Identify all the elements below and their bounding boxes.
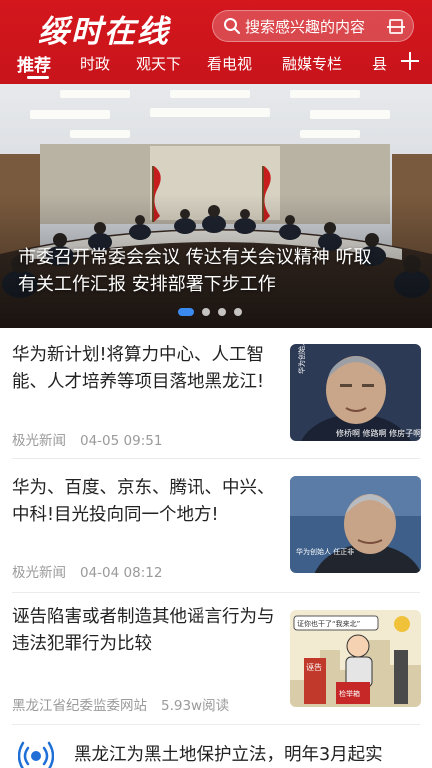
search-bar[interactable]: 搜索感兴趣的内容 <box>212 10 414 42</box>
search-placeholder: 搜索感兴趣的内容 <box>245 17 366 36</box>
carousel-dot[interactable] <box>178 308 194 316</box>
news-title[interactable]: 华为、百度、京东、腾讯、中兴、中科!目光投向同一个地方! <box>12 475 278 529</box>
news-title[interactable]: 华为新计划!将算力中心、人工智能、人才培养等项目落地黑龙江! <box>12 342 278 396</box>
scan-icon[interactable] <box>387 19 405 34</box>
news-item[interactable]: 华为新计划!将算力中心、人工智能、人才培养等项目落地黑龙江! 极光新闻 04-05… <box>0 328 432 466</box>
news-thumbnail[interactable]: 华为创始人 任正非 修桥啊 修路啊 修房子啊 <box>290 344 421 441</box>
news-title[interactable]: 黑龙江为黑土地保护立法，明年3月起实 <box>74 741 383 766</box>
thumb-side-text: 华为创始人 任正非 <box>297 344 306 374</box>
thumb-caption: 修桥啊 修路啊 修房子啊 <box>336 428 421 438</box>
news-time: 04-04 08:12 <box>80 565 163 581</box>
list-divider <box>12 592 420 593</box>
news-thumbnail[interactable]: 证你也干了“我来北” 诬告 检举箱 <box>290 610 421 707</box>
news-thumbnail[interactable]: 华为创始人 任正非 <box>290 476 421 573</box>
tab-tv[interactable]: 看电视 <box>207 53 252 74</box>
news-meta: 极光新闻 04-05 09:51 <box>12 429 162 449</box>
tab-recommend[interactable]: 推荐 <box>17 51 51 76</box>
news-thumbnail-image: 华为创始人 任正非 修桥啊 修路啊 修房子啊 <box>290 344 421 441</box>
news-item[interactable]: 华为、百度、京东、腾讯、中兴、中科!目光投向同一个地方! 极光新闻 04-04 0… <box>0 460 432 592</box>
thumb-label-left: 诬告 <box>306 662 322 672</box>
hero-carousel[interactable]: 市委召开常委会会议 传达有关会议精神 听取 有关工作汇报 安排部署下步工作 <box>0 84 432 328</box>
news-meta: 极光新闻 04-04 08:12 <box>12 561 162 581</box>
list-divider <box>12 458 420 459</box>
carousel-indicator <box>178 308 242 316</box>
thumb-caption: 华为创始人 任正非 <box>296 547 354 556</box>
add-channel-icon[interactable] <box>400 51 420 71</box>
carousel-dot[interactable] <box>218 308 226 316</box>
carousel-dot[interactable] <box>202 308 210 316</box>
thumb-label-top: 证你也干了“我来北” <box>297 619 360 628</box>
channel-tabs: 推荐 时政 观天下 看电视 融媒专栏 县 <box>0 50 432 84</box>
news-title[interactable]: 诬告陷害或者制造其他谣言行为与违法犯罪行为比较 <box>12 604 278 658</box>
news-source: 极光新闻 <box>12 565 66 581</box>
search-icon <box>224 18 240 34</box>
hero-caption: 市委召开常委会会议 传达有关会议精神 听取 有关工作汇报 安排部署下步工作 <box>18 244 418 298</box>
tab-media-column[interactable]: 融媒专栏 <box>282 53 342 74</box>
carousel-dot[interactable] <box>234 308 242 316</box>
active-tab-indicator <box>27 76 49 79</box>
app-logo: 绥时在线 <box>38 14 170 50</box>
hero-caption-line2: 有关工作汇报 安排部署下步工作 <box>18 274 276 295</box>
list-divider <box>12 724 420 725</box>
news-time: 04-05 09:51 <box>80 433 163 449</box>
tab-world[interactable]: 观天下 <box>136 53 181 74</box>
news-time: 5.93w阅读 <box>161 698 230 714</box>
tab-county[interactable]: 县 <box>372 53 387 74</box>
hero-caption-line1: 市委召开常委会会议 传达有关会议精神 听取 <box>18 247 372 268</box>
news-meta: 黑龙江省纪委监委网站 5.93w阅读 <box>12 694 229 714</box>
news-source: 极光新闻 <box>12 433 66 449</box>
news-source: 黑龙江省纪委监委网站 <box>12 698 147 714</box>
app-header: 绥时在线 搜索感兴趣的内容 推荐 时政 观天下 看电视 融媒专栏 县 <box>0 0 432 84</box>
news-thumbnail-image: 证你也干了“我来北” 诬告 检举箱 <box>290 610 421 707</box>
audio-broadcast-icon[interactable] <box>17 736 55 768</box>
news-thumbnail-image: 华为创始人 任正非 <box>290 476 421 573</box>
tab-politics[interactable]: 时政 <box>80 53 110 74</box>
thumb-label-bottom: 检举箱 <box>339 689 360 698</box>
news-item[interactable]: 诬告陷害或者制造其他谣言行为与违法犯罪行为比较 黑龙江省纪委监委网站 5.93w阅… <box>0 594 432 724</box>
